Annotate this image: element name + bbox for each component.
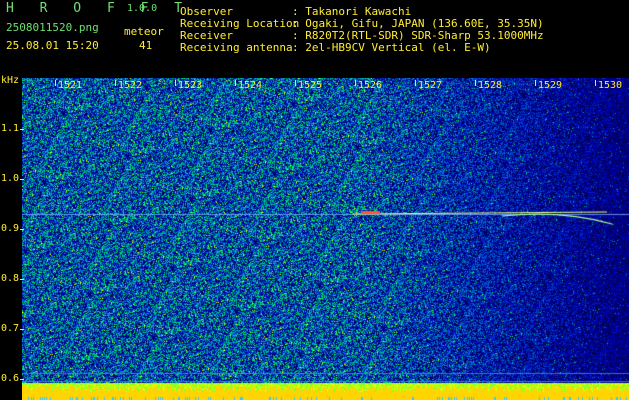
x-tick-label: 1521 (58, 80, 83, 91)
y-tick-label: 1.1 (1, 123, 20, 134)
y-tick-mark (20, 279, 24, 280)
y-axis-unit: kHz (1, 75, 20, 86)
x-tick-mark (535, 80, 536, 86)
spectrogram-canvas (22, 78, 629, 400)
info-label-antenna: Receiving antenna (180, 41, 293, 54)
y-tick-mark (20, 129, 24, 130)
x-tick-label: 1524 (238, 80, 263, 91)
y-tick-label: 0.9 (1, 223, 20, 234)
y-tick-label: 1.0 (1, 173, 20, 184)
x-tick-mark (115, 80, 116, 86)
x-tick-mark (595, 80, 596, 86)
x-tick-mark (175, 80, 176, 86)
x-tick-label: 1528 (478, 80, 503, 91)
app-version: 1.0.0 (127, 3, 158, 14)
y-tick-label: 0.7 (1, 323, 20, 334)
x-tick-label: 1530 (598, 80, 623, 91)
file-datetime: 25.08.01 15:20 (6, 39, 99, 52)
y-tick-label: 0.8 (1, 273, 20, 284)
x-tick-label: 1523 (178, 80, 203, 91)
x-tick-mark (235, 80, 236, 86)
spectrogram-plot (22, 78, 629, 400)
x-tick-label: 1527 (418, 80, 443, 91)
y-tick-mark (20, 229, 24, 230)
app-logo: H R O F F T (6, 1, 192, 16)
y-tick-label: 0.6 (1, 373, 20, 384)
y-tick-mark (20, 179, 24, 180)
x-tick-label: 1522 (118, 80, 143, 91)
x-tick-mark (415, 80, 416, 86)
y-tick-mark (20, 379, 24, 380)
x-tick-mark (355, 80, 356, 86)
x-tick-label: 1525 (298, 80, 323, 91)
x-tick-mark (55, 80, 56, 86)
x-tick-mark (295, 80, 296, 86)
x-tick-mark (475, 80, 476, 86)
info-value-antenna: : 2el-HB9CV Vertical (el. E-W) (292, 41, 491, 54)
x-tick-label: 1526 (358, 80, 383, 91)
x-tick-label: 1529 (538, 80, 563, 91)
mode-label: meteor (124, 25, 164, 38)
file-name: 2508011520.png (6, 21, 99, 34)
mode-count: 41 (139, 39, 153, 52)
y-tick-mark (20, 329, 24, 330)
